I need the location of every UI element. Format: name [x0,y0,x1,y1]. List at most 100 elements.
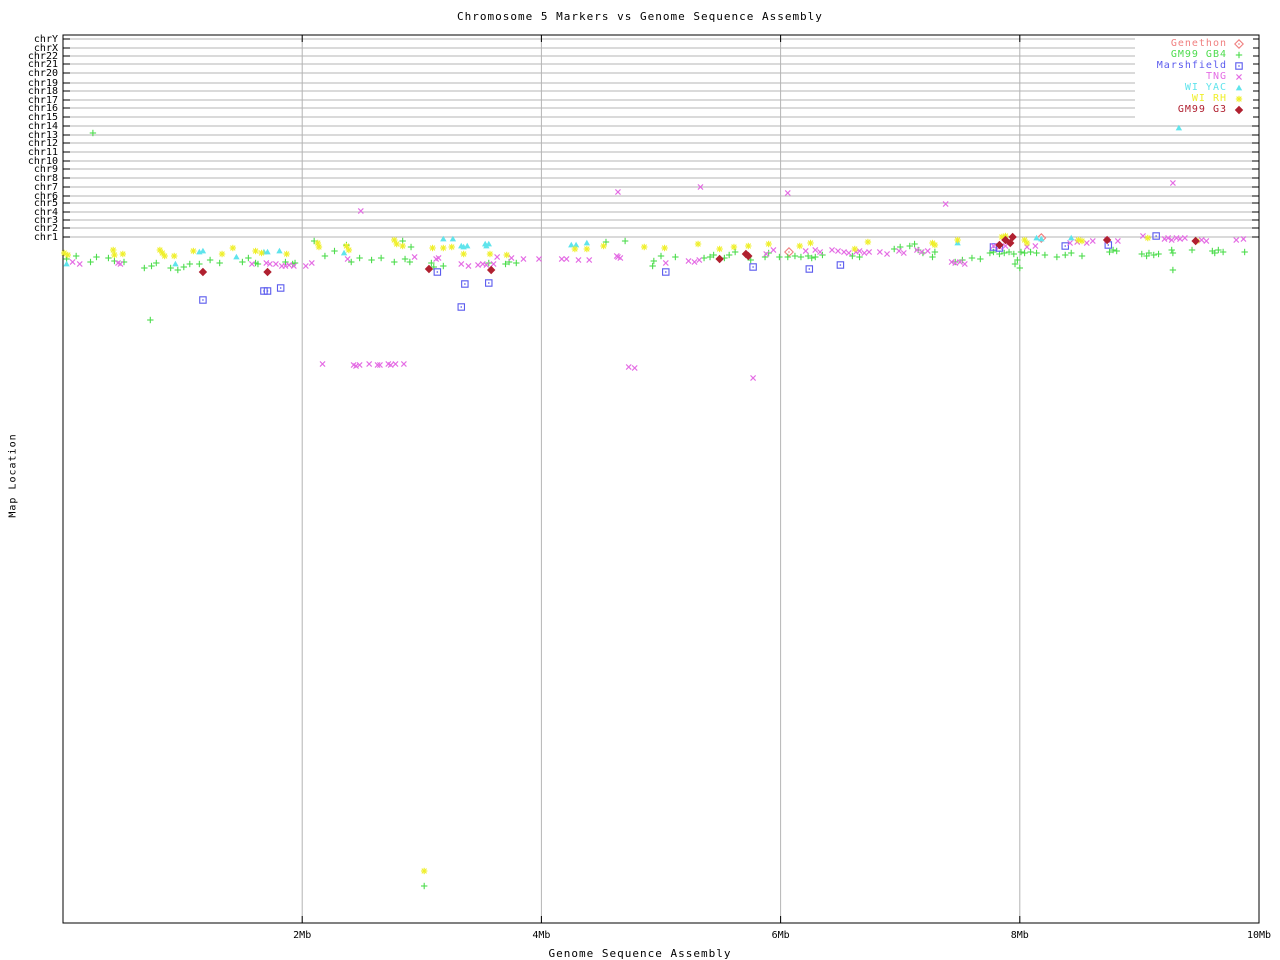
data-point-plus [513,259,520,267]
data-point-x [356,362,363,368]
legend-label: TNG [1205,71,1227,82]
data-point-x [366,361,373,367]
data-point-x [1173,235,1180,241]
data-point-square-open [1061,242,1069,250]
data-point-x [1032,243,1039,249]
series-gm99-g3 [198,232,1200,277]
data-point-diamond-filled [198,267,208,277]
data-point-diamond-open [1234,38,1244,49]
chart-figure: { "title": "Chromosome 5 Markers vs Geno… [0,0,1280,960]
data-point-diamond-filled [715,254,724,264]
data-point-plus [180,263,187,271]
data-point-plus [148,262,155,270]
data-point-plus [321,252,329,260]
data-point-plus [105,254,112,262]
data-point-asterisk [252,247,259,255]
data-point-x [924,248,931,254]
data-point-x [586,257,593,263]
data-point-plus [93,253,100,261]
legend-item-gm99-gb4: GM99 GB4 [1135,49,1253,60]
data-point-square-open [749,263,757,271]
data-point-x [1169,180,1176,186]
data-point-asterisk [119,250,126,258]
data-point-square-open [805,265,814,273]
data-point-x [563,256,570,262]
data-point-x [763,251,770,257]
data-point-plus [1078,252,1086,260]
data-point-diamond-filled [263,267,272,277]
data-point-asterisk [1144,234,1151,242]
data-point-asterisk [1235,95,1243,102]
data-point-plus [986,249,994,257]
data-point-plus [968,254,976,262]
data-point-plus [1068,249,1075,257]
data-point-x [344,256,351,262]
data-point-asterisk [694,240,702,248]
data-point-plus [996,250,1003,258]
data-point-plus [856,253,863,261]
data-point-square-open [662,268,670,276]
data-point-plus [1053,253,1061,261]
data-point-x [1089,238,1096,244]
data-point-plus [1017,248,1025,256]
data-point-x [802,248,809,254]
data-point-plus [174,266,182,274]
data-point-plus [331,247,338,255]
data-point-x [835,248,841,254]
data-point-asterisk [345,246,353,254]
x-tick-label: 6Mb [771,930,790,941]
data-point-triangle-filled [1068,234,1075,241]
data-point-diamond-open [783,247,794,257]
data-point-x [691,259,698,265]
data-point-asterisk [283,250,290,258]
data-point-plus [245,254,252,262]
data-point-plus [621,237,629,245]
data-point-asterisk [503,251,510,259]
data-point-x [631,365,638,371]
legend-item-wi-yac: WI YAC [1135,82,1253,93]
data-point-square-open [485,279,493,287]
data-point-triangle-filled [340,249,348,256]
data-point-plus [1188,246,1196,254]
data-point-x [829,247,835,253]
series-tng [69,180,1247,381]
data-point-asterisk [110,246,117,254]
data-point-x [400,361,407,367]
data-point-asterisk [730,243,738,251]
data-point-asterisk [954,236,961,244]
data-point-plus [377,254,385,262]
data-point-plus [368,256,375,264]
data-point-asterisk [111,251,118,259]
data-point-plus [657,252,665,260]
data-point-asterisk [716,245,723,253]
data-point-x [1233,237,1240,243]
data-point-asterisk [931,241,939,249]
data-point-plus [406,258,414,266]
data-point-plus [1113,247,1120,255]
x-tick-label: 2Mb [293,930,312,941]
data-point-x [479,261,486,267]
data-point-plus [391,258,398,266]
data-point-asterisk [420,867,428,875]
data-point-square-open [836,261,845,269]
data-point-x [286,262,292,268]
data-point-triangle-filled [63,260,70,267]
data-point-asterisk [641,243,648,251]
data-point-plus [440,262,447,270]
data-point-plus [1168,246,1175,254]
data-point-x [520,256,527,262]
data-point-x [942,201,949,207]
data-point-plus [672,253,679,261]
data-point-x [1203,238,1210,244]
legend-label: Genethon [1170,38,1227,49]
data-point-asterisk [315,243,323,251]
data-point-x [812,247,819,253]
y-axis-label: Map Location [7,433,19,518]
data-point-x [357,208,364,214]
data-point-plus [1241,248,1248,256]
data-point-x [961,261,968,267]
data-point-triangle-filled [233,253,240,260]
legend-item-gm99-g3: GM99 G3 [1135,104,1253,115]
data-point-plus [186,260,193,268]
data-point-x [918,249,925,255]
